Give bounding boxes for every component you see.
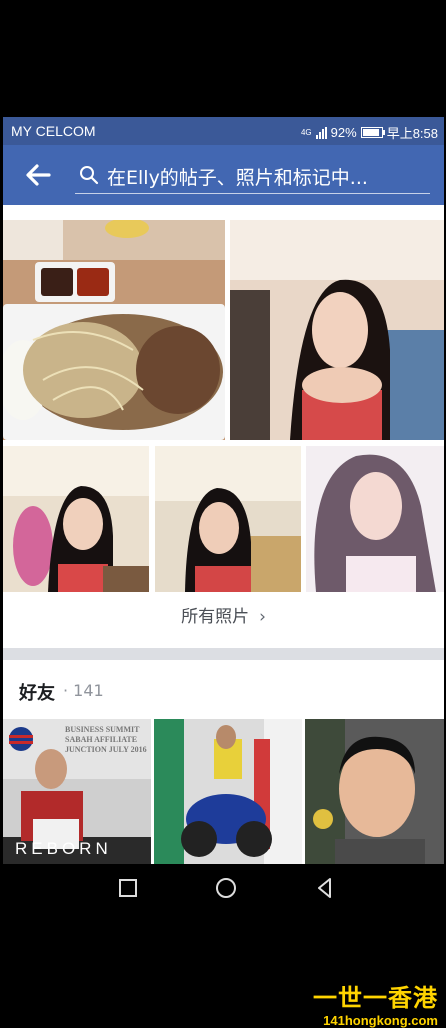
status-bar: MY CELCOM 4G 92% 早上8:58 xyxy=(3,117,444,145)
friend-tile-3[interactable] xyxy=(305,719,444,864)
circle-nav-icon[interactable] xyxy=(214,876,238,900)
battery-icon xyxy=(360,127,385,138)
watermark: 一世一香港 141hongkong.com xyxy=(313,978,438,1028)
friends-grid: BUSINESS SUMMIT SABAH AFFILIATE JUNCTION… xyxy=(3,719,444,864)
signal-icon xyxy=(315,126,327,139)
triangle-nav-icon[interactable] xyxy=(313,876,337,900)
friend-tile-1[interactable]: BUSINESS SUMMIT SABAH AFFILIATE JUNCTION… xyxy=(3,719,151,864)
square-nav-icon[interactable] xyxy=(116,876,140,900)
search-header: 在Elly的帖子、照片和标记中... xyxy=(3,145,444,205)
network-type: 4G xyxy=(300,127,312,137)
clock: 早上8:58 xyxy=(386,126,438,141)
search-placeholder: 在Elly的帖子、照片和标记中... xyxy=(107,167,368,189)
battery-percent: 92% xyxy=(330,125,357,140)
photo-girl-3[interactable] xyxy=(155,446,301,592)
friend-tile-2[interactable] xyxy=(154,719,302,864)
chevron-right-icon: › xyxy=(259,607,266,627)
friends-count: · 141 xyxy=(63,681,104,700)
section-divider xyxy=(3,648,444,660)
watermark-title: 一世一香港 xyxy=(313,983,438,1012)
friend-tile-1-banner: BUSINESS SUMMIT SABAH AFFILIATE JUNCTION… xyxy=(65,725,147,754)
back-arrow-icon[interactable] xyxy=(23,160,53,190)
photo-food[interactable] xyxy=(3,220,225,440)
all-photos-label: 所有照片 xyxy=(181,607,250,627)
watermark-url: 141hongkong.com xyxy=(323,1013,438,1028)
carrier-name: MY CELCOM xyxy=(11,123,96,139)
all-photos-link[interactable]: 所有照片 › xyxy=(3,592,444,642)
app-screen: MY CELCOM 4G 92% 早上8:58 在Elly的帖子、照片和标记中.… xyxy=(3,117,444,864)
status-icons: 4G 92% 早上8:58 xyxy=(301,123,438,142)
photo-girl-4[interactable] xyxy=(306,446,444,592)
photo-girl-2[interactable] xyxy=(3,446,149,592)
friends-title: 好友 xyxy=(19,683,55,704)
friend-tile-1-text: REBORN xyxy=(15,839,112,858)
search-icon xyxy=(80,166,99,185)
search-input[interactable]: 在Elly的帖子、照片和标记中... xyxy=(75,157,430,194)
photo-girl-1[interactable] xyxy=(230,220,444,440)
android-nav-bar xyxy=(0,864,446,912)
